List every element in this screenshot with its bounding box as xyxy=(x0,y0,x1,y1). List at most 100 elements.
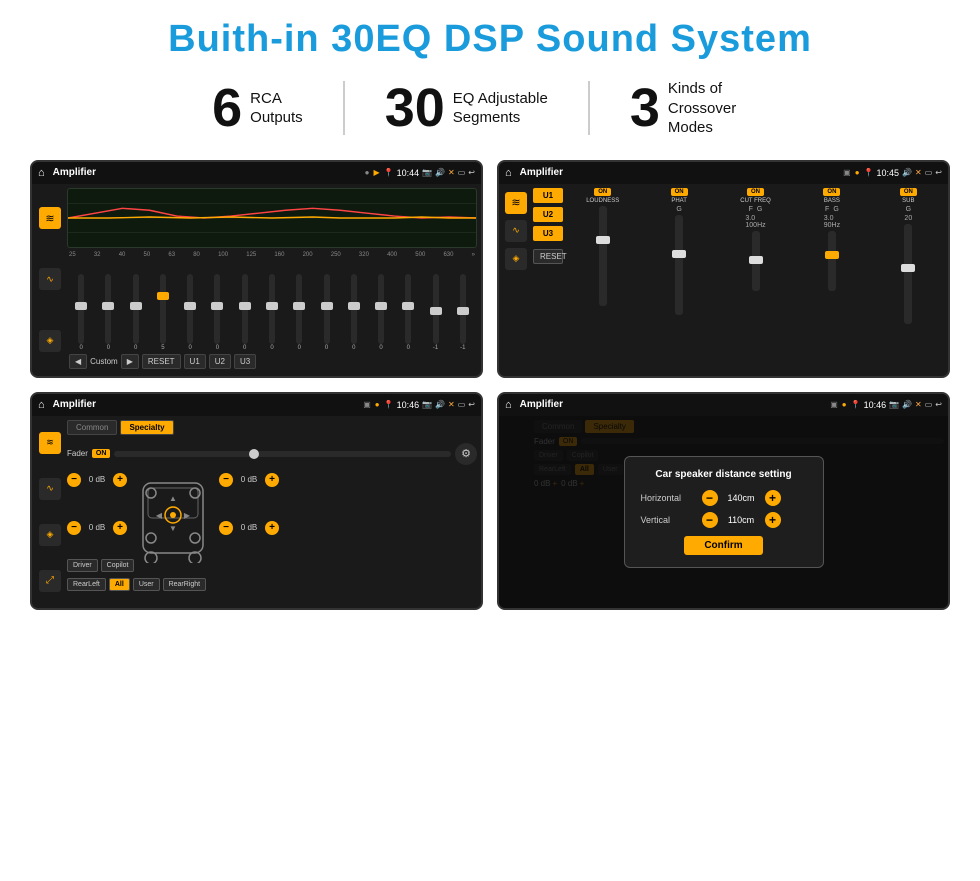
eq-slider-9[interactable]: 0 xyxy=(287,274,311,351)
spk-settings-icon[interactable]: ⚙ xyxy=(455,443,477,465)
mixer-home-icon[interactable]: ⌂ xyxy=(505,167,512,179)
spk-ch-rr-plus[interactable]: + xyxy=(265,521,279,535)
eq-track-3[interactable] xyxy=(133,274,139,344)
eq-thumb-12[interactable] xyxy=(375,302,387,310)
ch-sub-track[interactable] xyxy=(904,224,912,324)
eq-track-1[interactable] xyxy=(78,274,84,344)
dlg-home-icon[interactable]: ⌂ xyxy=(505,399,512,411)
eq-u3-btn[interactable]: U3 xyxy=(234,354,256,369)
spk-copilot-btn[interactable]: Copilot xyxy=(101,559,135,572)
ch-sub-thumb[interactable] xyxy=(901,264,915,272)
eq-track-6[interactable] xyxy=(214,274,220,344)
eq-track-8[interactable] xyxy=(269,274,275,344)
ch-phat-thumb[interactable] xyxy=(672,250,686,258)
ch-phat-on[interactable]: ON xyxy=(671,188,688,196)
eq-track-13[interactable] xyxy=(405,274,411,344)
eq-thumb-9[interactable] xyxy=(293,302,305,310)
spk-sidebar-arrows-icon[interactable]: ⤢ xyxy=(39,570,61,592)
spk-sidebar-speaker-icon[interactable]: ◈ xyxy=(39,524,61,546)
eq-slider-5[interactable]: 0 xyxy=(178,274,202,351)
confirm-button[interactable]: Confirm xyxy=(684,536,762,555)
ch-cutfreq-thumb[interactable] xyxy=(749,256,763,264)
eq-slider-3[interactable]: 0 xyxy=(124,274,148,351)
eq-thumb-13[interactable] xyxy=(402,302,414,310)
spk-user-btn[interactable]: User xyxy=(133,578,160,591)
eq-track-4[interactable] xyxy=(160,274,166,344)
spk-driver-btn[interactable]: Driver xyxy=(67,559,98,572)
spk-tab-common[interactable]: Common xyxy=(67,420,117,435)
mixer-sidebar-wave-icon[interactable]: ∿ xyxy=(505,220,527,242)
eq-slider-1[interactable]: 0 xyxy=(69,274,93,351)
spk-ch-rl-minus[interactable]: − xyxy=(67,521,81,535)
spk-all-btn[interactable]: All xyxy=(109,578,130,591)
dialog-horizontal-minus[interactable]: − xyxy=(702,490,718,506)
spk-sidebar-eq-icon[interactable]: ≋ xyxy=(39,432,61,454)
eq-slider-8[interactable]: 0 xyxy=(260,274,284,351)
eq-sidebar-wave-icon[interactable]: ∿ xyxy=(39,268,61,290)
eq-slider-11[interactable]: 0 xyxy=(342,274,366,351)
ch-bass-on[interactable]: ON xyxy=(823,188,840,196)
eq-thumb-3[interactable] xyxy=(130,302,142,310)
eq-thumb-6[interactable] xyxy=(211,302,223,310)
ch-loudness-on[interactable]: ON xyxy=(594,188,611,196)
eq-track-2[interactable] xyxy=(105,274,111,344)
eq-track-12[interactable] xyxy=(378,274,384,344)
eq-track-7[interactable] xyxy=(242,274,248,344)
eq-slider-10[interactable]: 0 xyxy=(314,274,338,351)
eq-track-5[interactable] xyxy=(187,274,193,344)
mixer-sidebar-speaker-icon[interactable]: ◈ xyxy=(505,248,527,270)
eq-track-14[interactable] xyxy=(433,274,439,344)
eq-slider-6[interactable]: 0 xyxy=(205,274,229,351)
ch-bass-thumb[interactable] xyxy=(825,251,839,259)
mixer-u3-btn[interactable]: U3 xyxy=(533,226,563,241)
eq-thumb-10[interactable] xyxy=(321,302,333,310)
eq-slider-2[interactable]: 0 xyxy=(96,274,120,351)
ch-bass-track[interactable] xyxy=(828,231,836,291)
spk-tab-specialty[interactable]: Specialty xyxy=(120,420,173,435)
eq-next-btn[interactable]: ▶ xyxy=(121,354,139,369)
spk-sidebar-wave-icon[interactable]: ∿ xyxy=(39,478,61,500)
eq-thumb-15[interactable] xyxy=(457,307,469,315)
fader-on-btn[interactable]: ON xyxy=(92,449,111,458)
eq-slider-4[interactable]: 5 xyxy=(151,274,175,351)
spk-ch-fr-minus[interactable]: − xyxy=(219,473,233,487)
eq-thumb-4[interactable] xyxy=(157,292,169,300)
eq-thumb-1[interactable] xyxy=(75,302,87,310)
ch-cutfreq-on[interactable]: ON xyxy=(747,188,764,196)
eq-thumb-11[interactable] xyxy=(348,302,360,310)
eq-thumb-8[interactable] xyxy=(266,302,278,310)
eq-u2-btn[interactable]: U2 xyxy=(209,354,231,369)
spk-ch-fl-minus[interactable]: − xyxy=(67,473,81,487)
spk-home-icon[interactable]: ⌂ xyxy=(38,399,45,411)
eq-slider-13[interactable]: 0 xyxy=(396,274,420,351)
mixer-u2-btn[interactable]: U2 xyxy=(533,207,563,222)
eq-reset-btn[interactable]: RESET xyxy=(142,354,181,369)
eq-track-15[interactable] xyxy=(460,274,466,344)
spk-ch-fl-plus[interactable]: + xyxy=(113,473,127,487)
dialog-vertical-minus[interactable]: − xyxy=(702,512,718,528)
fader-track[interactable] xyxy=(114,451,451,457)
eq-track-9[interactable] xyxy=(296,274,302,344)
ch-phat-track[interactable] xyxy=(675,215,683,315)
ch-loudness-thumb[interactable] xyxy=(596,236,610,244)
spk-rearright-btn[interactable]: RearRight xyxy=(163,578,207,591)
eq-prev-btn[interactable]: ◀ xyxy=(69,354,87,369)
eq-sidebar-eq-icon[interactable]: ≋ xyxy=(39,207,61,229)
eq-thumb-5[interactable] xyxy=(184,302,196,310)
eq-slider-7[interactable]: 0 xyxy=(233,274,257,351)
fader-thumb[interactable] xyxy=(249,449,259,459)
eq-u1-btn[interactable]: U1 xyxy=(184,354,206,369)
dialog-horizontal-plus[interactable]: + xyxy=(765,490,781,506)
mixer-sidebar-eq-icon[interactable]: ≋ xyxy=(505,192,527,214)
spk-ch-rr-minus[interactable]: − xyxy=(219,521,233,535)
eq-thumb-14[interactable] xyxy=(430,307,442,315)
eq-slider-15[interactable]: -1 xyxy=(451,274,475,351)
eq-sidebar-speaker-icon[interactable]: ◈ xyxy=(39,330,61,352)
eq-track-11[interactable] xyxy=(351,274,357,344)
ch-cutfreq-track[interactable] xyxy=(752,231,760,291)
spk-ch-rl-plus[interactable]: + xyxy=(113,521,127,535)
eq-slider-14[interactable]: -1 xyxy=(423,274,447,351)
eq-slider-12[interactable]: 0 xyxy=(369,274,393,351)
eq-thumb-7[interactable] xyxy=(239,302,251,310)
mixer-reset-btn[interactable]: RESET xyxy=(533,249,563,264)
